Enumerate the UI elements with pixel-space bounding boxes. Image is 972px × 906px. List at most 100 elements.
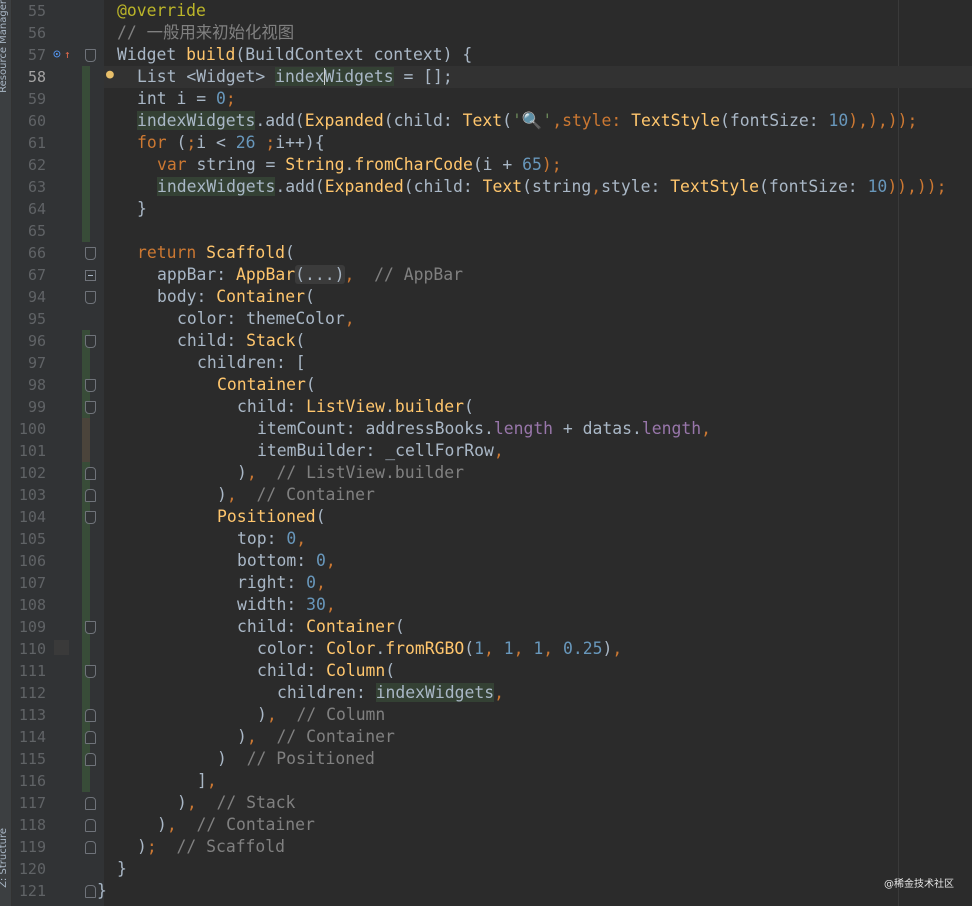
line-number: 108 [18,596,46,614]
line-number: 105 [18,530,46,548]
code-line[interactable]: ), // Container [217,484,375,506]
line-number: 114 [18,728,46,746]
code-line[interactable]: // 一般用来初始化视图 [117,22,294,44]
code-line[interactable]: appBar: AppBar(...), // AppBar [157,264,463,286]
code-line[interactable]: child: Container( [237,616,405,638]
code-line[interactable]: child: Column( [257,660,395,682]
code-line[interactable]: int i = 0; [137,88,236,110]
change-marker [82,352,90,374]
fold-marker[interactable] [85,489,96,502]
fold-marker[interactable] [85,379,96,392]
fold-marker[interactable] [85,511,96,524]
line-number: 64 [27,200,46,218]
code-line[interactable]: right: 0, [237,572,326,594]
line-number: 56 [27,24,46,42]
code-line[interactable]: indexWidgets.add(Expanded(child: Text('🔍… [137,110,917,132]
change-marker [82,572,90,594]
change-marker [82,440,90,462]
fold-marker[interactable] [85,291,96,304]
code-line[interactable]: ), // Container [157,814,315,836]
code-line[interactable]: ), // Container [237,726,395,748]
code-line[interactable]: indexWidgets.add(Expanded(child: Text(st… [157,176,947,198]
line-number: 113 [18,706,46,724]
code-line[interactable]: } [117,858,127,880]
comment-token: // 一般用来初始化视图 [117,23,295,42]
code-line[interactable]: bottom: 0, [237,550,336,572]
code-line[interactable]: itemBuilder: _cellForRow, [257,440,504,462]
line-number: 65 [27,222,46,240]
fold-marker[interactable] [85,247,96,260]
line-number: 95 [27,310,46,328]
fold-marker[interactable] [85,467,96,480]
lightbulb-icon[interactable]: ● [106,64,114,86]
line-number: 99 [27,398,46,416]
code-line[interactable]: color: Color.fromRGBO(1, 1, 1, 0.25), [257,638,622,660]
line-number: 111 [18,662,46,680]
code-line[interactable]: ), // Stack [177,792,295,814]
tool-window-strip: Resource Manager Z: Structure [0,0,12,906]
structure-tab[interactable]: Z: Structure [0,828,9,888]
up-arrow-icon[interactable]: ↑ [64,44,71,66]
code-line[interactable]: children: indexWidgets, [277,682,504,704]
line-number: 107 [18,574,46,592]
line-number: 61 [27,134,46,152]
code-line[interactable]: ), // Column [257,704,385,726]
change-marker [82,132,90,154]
code-line[interactable]: children: [ [197,352,306,374]
override-icon[interactable]: ⊙ [53,44,61,66]
line-number: 67 [27,266,46,284]
code-line[interactable]: body: Container( [157,286,315,308]
resource-manager-tab[interactable]: Resource Manager [0,0,9,93]
fold-marker[interactable] [85,335,96,348]
code-line[interactable]: @override [117,0,206,22]
line-number: 109 [18,618,46,636]
code-line[interactable]: ), // ListView.builder [237,462,464,484]
fold-marker[interactable] [85,401,96,414]
code-line[interactable]: color: themeColor, [177,308,355,330]
code-line[interactable]: Container( [217,374,316,396]
folded-code-pill[interactable]: (...) [295,265,345,284]
code-line[interactable]: } [137,198,147,220]
fold-expand-icon[interactable] [85,270,96,281]
fold-marker[interactable] [85,797,96,810]
color-preview-icon[interactable] [54,640,69,655]
fold-marker[interactable] [85,819,96,832]
line-number: 97 [27,354,46,372]
code-line[interactable]: Positioned( [217,506,326,528]
code-line[interactable]: width: 30, [237,594,336,616]
line-number: 100 [18,420,46,438]
fold-marker[interactable] [85,621,96,634]
fold-marker[interactable] [85,885,96,898]
fold-marker[interactable] [85,49,96,62]
code-line[interactable]: top: 0, [237,528,306,550]
fold-marker[interactable] [85,841,96,854]
fold-marker[interactable] [85,731,96,744]
change-marker [82,220,90,242]
line-number: 98 [27,376,46,394]
line-number: 116 [18,772,46,790]
code-line[interactable]: ); // Scaffold [137,836,285,858]
line-number: 115 [18,750,46,768]
code-line[interactable]: child: Stack( [177,330,305,352]
code-line[interactable]: } [97,880,107,902]
code-line-current[interactable]: List <Widget> indexWidgets = []; [137,66,453,88]
line-number: 104 [18,508,46,526]
change-marker [82,110,90,132]
code-line[interactable]: Widget build(BuildContext context) { [117,44,472,66]
line-number: 106 [18,552,46,570]
code-line[interactable]: itemCount: addressBooks.length + datas.l… [257,418,711,440]
line-number: 102 [18,464,46,482]
code-line[interactable]: return Scaffold( [137,242,295,264]
change-marker [82,418,90,440]
line-number: 66 [27,244,46,262]
code-line[interactable]: child: ListView.builder( [237,396,474,418]
code-line[interactable]: ], [197,770,217,792]
code-line[interactable]: for (;i < 26 ;i++){ [137,132,325,154]
fold-marker[interactable] [85,709,96,722]
line-number: 101 [18,442,46,460]
fold-marker[interactable] [85,753,96,766]
code-line[interactable]: var string = String.fromCharCode(i + 65)… [157,154,562,176]
fold-marker[interactable] [85,665,96,678]
code-line[interactable]: ) // Positioned [217,748,375,770]
line-number: 94 [27,288,46,306]
